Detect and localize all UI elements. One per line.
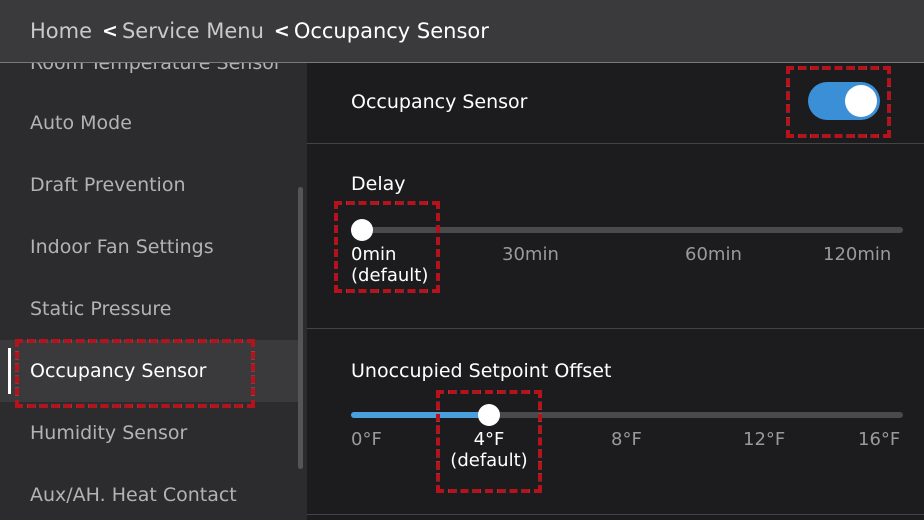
occupancy-sensor-label: Occupancy Sensor (351, 91, 528, 113)
chevron-left-icon: < (102, 20, 118, 42)
offset-selected-value: 4°F (473, 429, 505, 450)
delay-tick-selected: 0min (default) (351, 244, 428, 286)
active-indicator (8, 348, 11, 394)
delay-tick: 120min (823, 244, 892, 265)
divider (307, 514, 924, 515)
sidebar-item-indoor-fan-settings[interactable]: Indoor Fan Settings (0, 216, 298, 278)
sidebar-item-label: Indoor Fan Settings (30, 236, 214, 258)
sidebar-item-label: Humidity Sensor (30, 422, 188, 444)
occupancy-sensor-toggle[interactable] (808, 82, 880, 120)
sidebar-item-draft-prevention[interactable]: Draft Prevention (0, 154, 298, 216)
toggle-knob (845, 85, 877, 117)
sidebar-item-label: Static Pressure (30, 298, 172, 320)
sidebar-item-label: Occupancy Sensor (30, 360, 207, 382)
sidebar-item-humidity-sensor[interactable]: Humidity Sensor (0, 402, 298, 464)
offset-selected-default: (default) (450, 450, 528, 471)
breadcrumb: Home < Service Menu < Occupancy Sensor (0, 0, 924, 63)
sidebar: Room Temperature Sensor Auto Mode Draft … (0, 63, 307, 520)
sidebar-item-label: Draft Prevention (30, 174, 186, 196)
delay-selected-value: 0min (351, 244, 397, 265)
offset-label: Unoccupied Setpoint Offset (351, 360, 612, 382)
offset-tick: 12°F (743, 429, 786, 450)
sidebar-item-occupancy-sensor[interactable]: Occupancy Sensor (0, 340, 298, 402)
sidebar-scrollbar[interactable] (298, 187, 303, 469)
sidebar-item-auto-mode[interactable]: Auto Mode (0, 92, 298, 154)
delay-slider-track[interactable] (351, 227, 903, 233)
page-title: Occupancy Sensor (293, 19, 489, 43)
offset-tick: 0°F (351, 429, 382, 450)
offset-tick: 8°F (611, 429, 642, 450)
delay-selected-default: (default) (351, 265, 429, 286)
offset-slider-thumb[interactable] (478, 404, 500, 426)
delay-tick: 60min (685, 244, 742, 265)
main-panel: Occupancy Sensor Delay 0min (default) 30… (307, 63, 924, 520)
sidebar-item-label: Auto Mode (30, 112, 132, 134)
sidebar-item-label: Room Temperature Sensor (30, 63, 282, 74)
offset-slider-fill (351, 412, 489, 418)
delay-slider-thumb[interactable] (351, 219, 373, 241)
delay-tick: 30min (502, 244, 559, 265)
delay-label: Delay (351, 173, 406, 195)
breadcrumb-home[interactable]: Home (30, 19, 92, 43)
chevron-left-icon: < (273, 20, 290, 42)
offset-tick-selected: 4°F (default) (447, 429, 531, 471)
divider (307, 328, 924, 329)
sidebar-item-aux-ah-heat-contact[interactable]: Aux/AH. Heat Contact (0, 464, 298, 520)
sidebar-item-room-temperature-sensor[interactable]: Room Temperature Sensor (0, 63, 298, 80)
breadcrumb-service-menu[interactable]: Service Menu (122, 19, 264, 43)
sidebar-item-static-pressure[interactable]: Static Pressure (0, 278, 298, 340)
offset-tick: 16°F (858, 429, 901, 450)
divider (307, 143, 924, 144)
sidebar-item-label: Aux/AH. Heat Contact (30, 484, 237, 506)
